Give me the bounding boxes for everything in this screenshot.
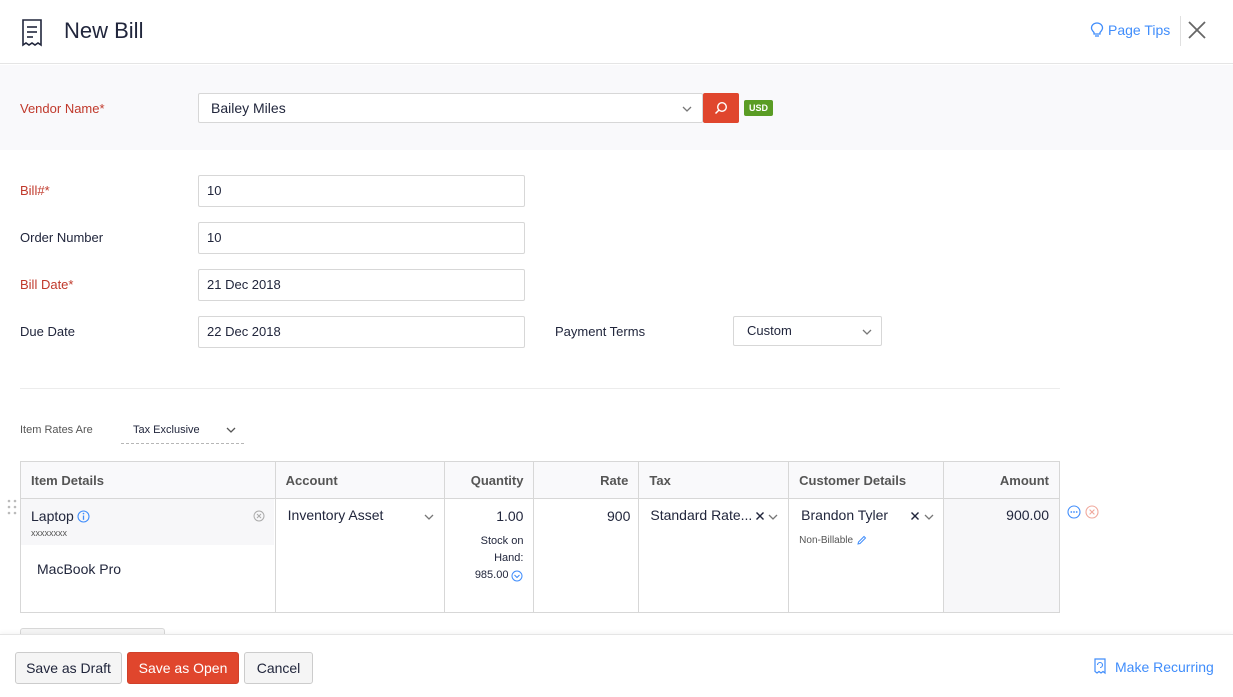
clear-tax-icon[interactable] <box>755 511 765 521</box>
chevron-down-icon <box>682 106 692 112</box>
amount-cell: 900.00 <box>943 498 1060 613</box>
item-rates-select[interactable]: Tax Exclusive <box>121 416 244 444</box>
page-title: New Bill <box>64 18 144 43</box>
bill-number-label: Bill#* <box>20 183 50 198</box>
make-recurring-label: Make Recurring <box>1115 658 1214 675</box>
stock-on-hand: Stock on Hand: 985.00 <box>475 533 524 584</box>
table-row: Laptop xxxxxxxx MacBook Pro Inventory As… <box>20 498 1060 613</box>
clear-customer-icon[interactable] <box>910 511 920 521</box>
item-selected-box[interactable]: Laptop xxxxxxxx <box>21 499 274 545</box>
account-value: Inventory Asset <box>287 507 384 523</box>
close-icon[interactable] <box>1186 19 1208 41</box>
due-date-label: Due Date <box>20 324 75 339</box>
amount-value: 900.00 <box>1006 507 1049 523</box>
item-sku: xxxxxxxx <box>31 528 67 538</box>
stock-label-line1: Stock on <box>480 535 524 547</box>
bill-number-input[interactable]: 10 <box>198 175 525 207</box>
payment-terms-label: Payment Terms <box>555 324 646 339</box>
pencil-icon[interactable] <box>856 535 867 546</box>
payment-terms-value: Custom <box>747 323 792 338</box>
drag-handle-icon[interactable] <box>6 498 18 516</box>
customer-value: Brandon Tyler <box>801 507 889 523</box>
vendor-search-button[interactable] <box>703 93 739 123</box>
bill-date-label: Bill Date* <box>20 277 74 292</box>
more-options-icon[interactable] <box>1067 505 1081 519</box>
remove-row-icon[interactable] <box>1085 505 1099 519</box>
cancel-button[interactable]: Cancel <box>244 652 313 684</box>
chevron-down-icon <box>226 427 236 433</box>
save-as-draft-button[interactable]: Save as Draft <box>15 652 122 684</box>
make-recurring-link[interactable]: Make Recurring <box>1093 658 1214 675</box>
page-tips-link[interactable]: Page Tips <box>1090 22 1170 38</box>
billable-label: Non-Billable <box>799 535 854 546</box>
account-cell[interactable]: Inventory Asset <box>274 498 445 613</box>
chevron-down-icon <box>862 329 872 335</box>
column-header-tax: Tax <box>638 461 790 499</box>
page-header: New Bill Page Tips <box>0 0 1233 64</box>
vendor-name-value: Bailey Miles <box>211 100 286 116</box>
footer-bar: Save as Draft Save as Open Cancel Make R… <box>0 634 1233 697</box>
info-icon[interactable] <box>77 510 90 523</box>
stock-value-row: 985.00 <box>475 567 524 584</box>
search-icon <box>714 101 728 115</box>
page-tips-label: Page Tips <box>1108 22 1171 38</box>
stock-value: 985.00 <box>474 569 509 581</box>
lightbulb-icon <box>1090 22 1104 37</box>
column-header-item-details: Item Details <box>20 461 276 499</box>
rate-cell[interactable]: 900 <box>533 498 640 613</box>
payment-terms-select[interactable]: Custom <box>733 316 882 346</box>
chevron-down-icon <box>924 514 934 520</box>
rate-value: 900 <box>607 508 631 524</box>
column-header-amount: Amount <box>943 461 1060 499</box>
section-divider <box>20 388 1060 389</box>
tax-cell[interactable]: Standard Rate... <box>638 498 790 613</box>
save-as-open-button[interactable]: Save as Open <box>127 652 239 684</box>
column-header-account: Account <box>274 461 445 499</box>
column-header-quantity: Quantity <box>443 461 535 499</box>
column-header-rate: Rate <box>533 461 640 499</box>
items-table: Item Details Account Quantity Rate Tax C… <box>20 461 1060 613</box>
bill-document-icon <box>22 19 42 47</box>
customer-details-cell[interactable]: Brandon Tyler Non-Billable <box>788 498 945 613</box>
header-separator <box>1180 16 1181 46</box>
item-rates-value: Tax Exclusive <box>133 424 200 436</box>
item-description[interactable]: MacBook Pro <box>37 561 121 577</box>
quantity-value: 1.00 <box>496 508 524 524</box>
stock-dropdown-icon[interactable] <box>511 570 523 582</box>
billable-status[interactable]: Non-Billable <box>799 535 867 546</box>
chevron-down-icon <box>424 514 433 520</box>
order-number-label: Order Number <box>20 230 104 245</box>
vendor-name-select[interactable]: Bailey Miles <box>198 93 703 123</box>
clear-item-icon[interactable] <box>253 510 265 522</box>
stock-label-line2: Hand: <box>494 552 524 564</box>
currency-badge: USD <box>744 100 774 116</box>
quantity-cell[interactable]: 1.00 Stock on Hand: 985.00 <box>443 498 535 613</box>
due-date-input[interactable]: 22 Dec 2018 <box>198 316 525 348</box>
order-number-input[interactable]: 10 <box>198 222 525 254</box>
column-header-customer-details: Customer Details <box>788 461 945 499</box>
bill-date-input[interactable]: 21 Dec 2018 <box>198 269 525 301</box>
item-details-cell: Laptop xxxxxxxx MacBook Pro <box>20 498 276 613</box>
chevron-down-icon <box>768 514 778 520</box>
item-rates-label: Item Rates Are <box>20 424 93 436</box>
item-name: Laptop <box>31 508 74 524</box>
table-header-row: Item Details Account Quantity Rate Tax C… <box>20 461 1060 499</box>
vendor-name-label: Vendor Name* <box>20 101 105 116</box>
tax-value: Standard Rate... <box>650 507 753 523</box>
recurring-icon <box>1094 658 1106 675</box>
